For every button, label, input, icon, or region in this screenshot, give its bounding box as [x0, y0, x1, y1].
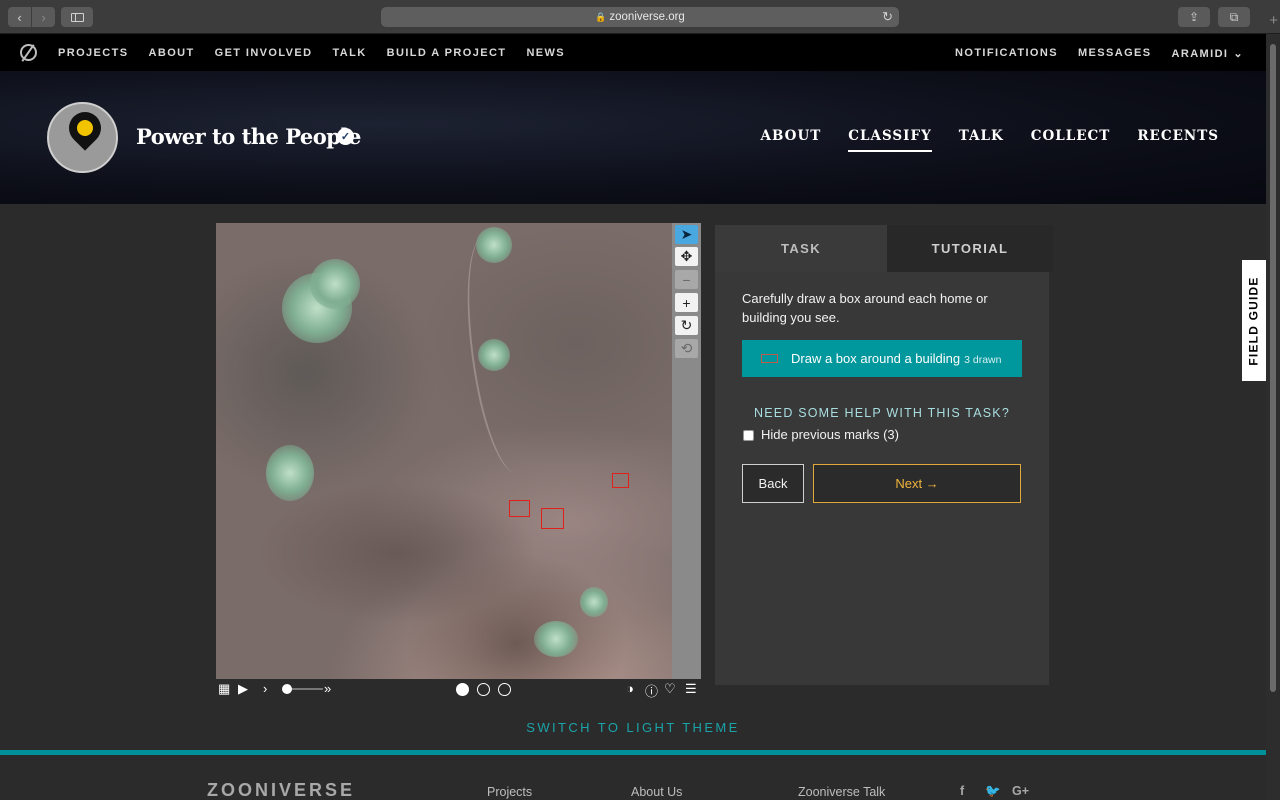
pointer-icon[interactable]: ➤: [675, 225, 698, 244]
share-icon[interactable]: ⇪: [1178, 7, 1210, 27]
speed-slider-knob[interactable]: [282, 684, 292, 694]
pan-icon[interactable]: ✥: [675, 247, 698, 266]
project-nav-recents[interactable]: RECENTS: [1137, 128, 1219, 152]
switch-theme-link[interactable]: SWITCH TO LIGHT THEME: [0, 720, 1266, 735]
tab-tutorial[interactable]: TUTORIAL: [887, 225, 1053, 272]
drawn-box-mark[interactable]: [612, 473, 629, 488]
zooniverse-logo-icon[interactable]: [20, 44, 37, 61]
browser-nav-buttons: ‹ ›: [8, 7, 55, 27]
drawn-count: 3 drawn: [964, 353, 1002, 366]
tabs-overview-icon[interactable]: ⧉: [1218, 7, 1250, 27]
back-icon[interactable]: ‹: [8, 7, 31, 27]
verified-badge-icon: ✓: [337, 128, 354, 145]
zoom-out-icon[interactable]: −: [675, 270, 698, 289]
nav-about[interactable]: ABOUT: [149, 47, 195, 59]
footer-link-talk[interactable]: Zooniverse Talk: [798, 785, 885, 799]
tree: [266, 445, 314, 501]
nav-talk[interactable]: TALK: [333, 47, 367, 59]
forward-icon[interactable]: ›: [32, 7, 55, 27]
sidebar-toggle-icon[interactable]: [61, 7, 93, 27]
user-nav-links: NOTIFICATIONS MESSAGES ARAMIDI ⌄: [935, 47, 1244, 60]
footer-link-projects[interactable]: Projects: [487, 785, 532, 799]
task-help-link[interactable]: NEED SOME HELP WITH THIS TASK?: [715, 406, 1049, 420]
site-nav-links: PROJECTS ABOUT GET INVOLVED TALK BUILD A…: [58, 47, 585, 59]
site-footer: ZOONIVERSE Projects About Us Zooniverse …: [0, 750, 1266, 800]
site-navigation: PROJECTS ABOUT GET INVOLVED TALK BUILD A…: [0, 34, 1266, 71]
facebook-icon[interactable]: f: [960, 784, 964, 798]
task-question: Carefully draw a box around each home or…: [742, 291, 988, 325]
project-header: Power to the People ✓ ABOUT CLASSIFY TAL…: [0, 71, 1266, 204]
nav-notifications[interactable]: NOTIFICATIONS: [955, 47, 1058, 60]
footer-link-about-us[interactable]: About Us: [631, 785, 682, 799]
play-icon[interactable]: ▶: [238, 681, 248, 697]
lock-icon: 🔒: [595, 11, 607, 22]
project-nav: ABOUT CLASSIFY TALK COLLECT RECENTS: [734, 128, 1219, 152]
user-menu[interactable]: ARAMIDI ⌄: [1172, 47, 1244, 60]
nav-projects[interactable]: PROJECTS: [58, 47, 129, 59]
frame-dot-3[interactable]: [498, 683, 511, 696]
tool-label: Draw a box around a building: [791, 351, 961, 366]
project-title[interactable]: Power to the People: [136, 124, 361, 149]
zoom-in-icon[interactable]: +: [675, 293, 698, 312]
frame-dot-1[interactable]: [456, 683, 469, 696]
project-avatar[interactable]: [47, 102, 118, 173]
map-pin-icon: [62, 105, 108, 151]
frame-controls: ▦ ▶ › » ◑ ⓘ ♡ ☰: [216, 680, 702, 700]
reload-icon[interactable]: ↻: [882, 9, 893, 25]
fast-forward-icon[interactable]: »: [324, 681, 331, 696]
collections-list-icon[interactable]: ☰: [685, 681, 697, 697]
hide-marks-option[interactable]: Hide previous marks (3): [743, 427, 899, 442]
frame-dot-2[interactable]: [477, 683, 490, 696]
rotate-icon[interactable]: ↻: [675, 316, 698, 335]
task-panel: TASK TUTORIAL Carefully draw a box aroun…: [715, 225, 1053, 685]
user-name: ARAMIDI: [1171, 48, 1229, 60]
tree: [534, 621, 578, 657]
favorite-icon[interactable]: ♡: [664, 681, 676, 697]
project-nav-classify[interactable]: CLASSIFY: [848, 128, 932, 152]
tree: [476, 227, 512, 263]
grid-icon[interactable]: ▦: [218, 681, 230, 697]
image-toolbar: ➤ ✥ − + ↻ ⟲: [672, 223, 701, 679]
draw-box-tool-button[interactable]: Draw a box around a building 3 drawn: [742, 340, 1022, 377]
tree: [580, 587, 608, 617]
tab-task[interactable]: TASK: [715, 225, 887, 272]
page-scrollbar[interactable]: [1266, 34, 1280, 800]
info-icon[interactable]: ⓘ: [645, 681, 658, 700]
back-button[interactable]: Back: [742, 464, 804, 503]
tree: [478, 339, 510, 371]
tree: [310, 259, 360, 309]
step-forward-icon[interactable]: ›: [263, 681, 267, 696]
project-nav-about[interactable]: ABOUT: [761, 128, 822, 152]
nav-news[interactable]: NEWS: [526, 47, 565, 59]
project-nav-talk[interactable]: TALK: [959, 128, 1004, 152]
scrollbar-thumb[interactable]: [1270, 44, 1276, 692]
hide-marks-checkbox[interactable]: [743, 430, 754, 441]
footer-logo[interactable]: ZOONIVERSE: [207, 780, 355, 800]
address-bar[interactable]: 🔒 zooniverse.org ↻: [381, 7, 899, 27]
invert-icon[interactable]: ◑: [626, 681, 634, 696]
browser-chrome: ‹ › 🔒 zooniverse.org ↻ ⇪ ⧉ +: [0, 0, 1280, 34]
nav-build-a-project[interactable]: BUILD A PROJECT: [387, 47, 507, 59]
hide-marks-label: Hide previous marks (3): [761, 427, 899, 442]
subject-image[interactable]: [216, 223, 672, 679]
chevron-down-icon: ⌄: [1233, 48, 1244, 60]
google-plus-icon[interactable]: G+: [1012, 784, 1029, 798]
field-guide-label: FIELD GUIDE: [1247, 275, 1262, 366]
twitter-icon[interactable]: 🐦: [985, 784, 1001, 799]
project-nav-collect[interactable]: COLLECT: [1031, 128, 1111, 152]
nav-messages[interactable]: MESSAGES: [1078, 47, 1152, 60]
drawn-box-mark[interactable]: [541, 508, 564, 529]
drawn-box-mark[interactable]: [509, 500, 530, 517]
next-button[interactable]: Next →: [813, 464, 1021, 503]
new-tab-icon[interactable]: +: [1269, 12, 1278, 29]
rectangle-icon: [761, 354, 778, 363]
field-guide-tab[interactable]: FIELD GUIDE: [1242, 260, 1266, 381]
speed-slider-track[interactable]: [287, 688, 323, 690]
nav-get-involved[interactable]: GET INVOLVED: [215, 47, 313, 59]
task-tabs: TASK TUTORIAL: [715, 225, 1053, 272]
reset-icon[interactable]: ⟲: [675, 339, 698, 358]
url-text: zooniverse.org: [609, 11, 685, 23]
